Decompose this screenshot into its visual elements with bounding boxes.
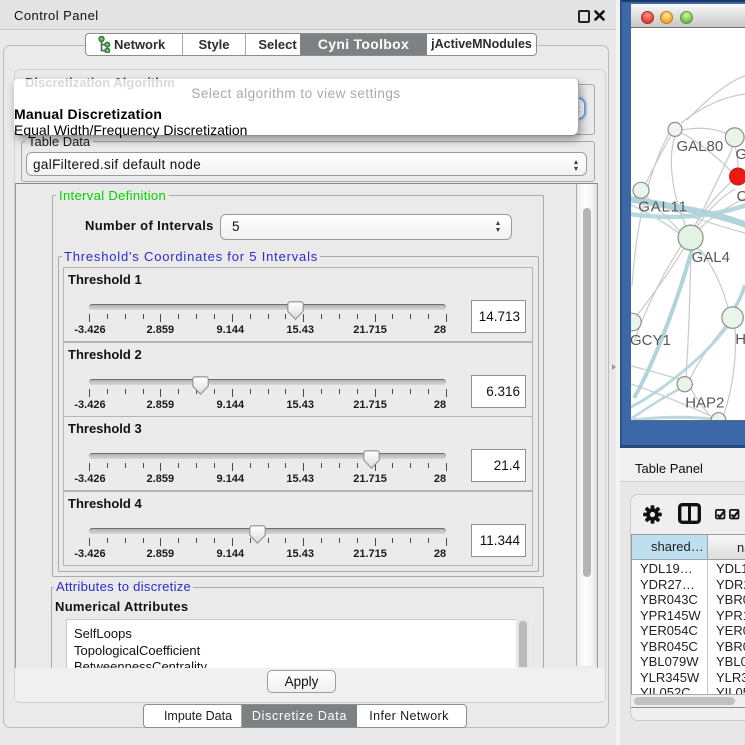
svg-text:GAL11: GAL11 bbox=[638, 198, 688, 215]
svg-text:HAP2: HAP2 bbox=[685, 394, 724, 411]
svg-text:GAL80: GAL80 bbox=[677, 138, 724, 155]
svg-text:GA: GA bbox=[736, 146, 745, 163]
svg-text:GAL4: GAL4 bbox=[692, 249, 730, 266]
svg-text:C: C bbox=[737, 188, 745, 205]
svg-text:H: H bbox=[735, 331, 745, 348]
svg-text:GCY1: GCY1 bbox=[631, 332, 671, 349]
